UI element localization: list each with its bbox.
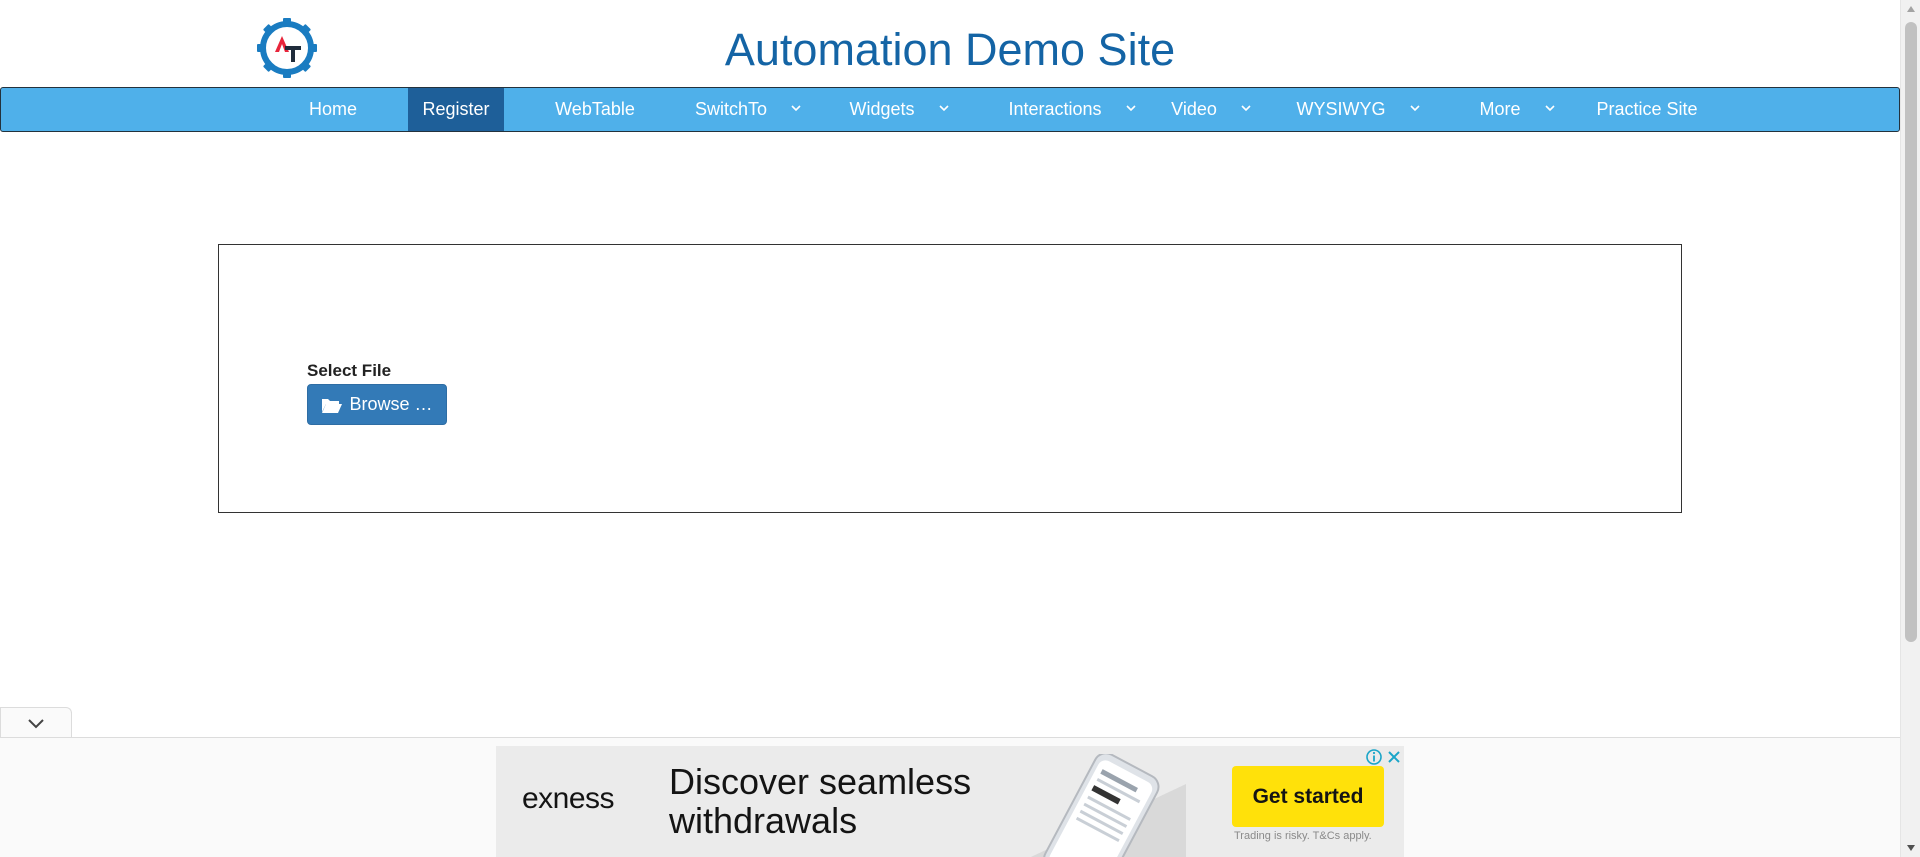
header: Automation Demo Site — [0, 0, 1900, 88]
scroll-thumb[interactable] — [1905, 22, 1917, 642]
nav-item-interactions[interactable]: Interactions — [989, 88, 1157, 131]
main-navbar: Home Register WebTable SwitchTo Widgets Inter… — [0, 87, 1900, 132]
nav-item-home[interactable]: Home — [293, 88, 373, 131]
nav-item-label: WebTable — [555, 99, 635, 119]
nav-item-label: SwitchTo — [694, 99, 768, 119]
nav-item-label: Practice Site — [1596, 99, 1698, 119]
nav-item-label: Register — [422, 99, 490, 119]
phone-image — [1030, 754, 1186, 857]
nav-item-widgets[interactable]: Widgets — [839, 88, 961, 131]
chevron-down-icon — [1241, 105, 1251, 112]
chevron-down-icon — [1544, 105, 1555, 112]
scroll-down-arrow-icon[interactable] — [1906, 843, 1916, 853]
ad-get-started-button[interactable]: Get started — [1232, 766, 1384, 827]
nav-item-label: Widgets — [849, 99, 915, 119]
ad-disclaimer: Trading is risky. T&Cs apply. — [1234, 830, 1372, 842]
nav-item-register[interactable]: Register — [408, 88, 504, 131]
chevron-down-icon — [791, 105, 801, 112]
nav-item-label: WYSIWYG — [1296, 99, 1386, 119]
ad-headline-line1: Discover seamless — [669, 761, 972, 802]
ad-collapse-button[interactable] — [0, 707, 72, 738]
scroll-up-arrow-icon[interactable] — [1906, 4, 1916, 14]
nav-item-label: More — [1479, 99, 1521, 119]
vertical-scrollbar[interactable] — [1900, 0, 1920, 857]
chevron-down-icon — [1125, 105, 1136, 112]
chevron-down-icon — [938, 105, 949, 112]
nav-item-more[interactable]: More — [1463, 88, 1573, 131]
select-file-label: Select File — [307, 361, 392, 380]
nav-item-label: Video — [1171, 99, 1217, 119]
nav-item-webtable[interactable]: WebTable — [542, 88, 648, 131]
nav-item-label: Home — [308, 99, 357, 119]
ad-headline-line2: withdrawals — [669, 800, 858, 841]
ad-brand: exness — [522, 782, 615, 815]
site-title: Automation Demo Site — [724, 24, 1176, 75]
file-upload-panel: Select File Browse … — [218, 244, 1682, 513]
nav-item-label: Interactions — [1008, 99, 1102, 119]
chevron-down-icon — [1409, 105, 1420, 112]
browse-button[interactable]: Browse … — [307, 384, 447, 425]
ad-close-icon[interactable] — [1385, 748, 1403, 766]
nav-item-video[interactable]: Video — [1161, 88, 1263, 131]
nav-item-practice-site[interactable]: Practice Site — [1587, 88, 1707, 131]
ad-info-icon[interactable] — [1365, 748, 1383, 766]
ad-banner[interactable]: exness Discover seamless withdrawals Get… — [496, 746, 1404, 857]
chevron-down-icon — [28, 719, 44, 729]
browse-button-label: Browse … — [349, 394, 433, 414]
folder-open-icon — [322, 398, 343, 413]
nav-item-switchto[interactable]: SwitchTo — [687, 88, 811, 131]
ad-headline: Discover seamless withdrawals — [669, 762, 971, 840]
nav-item-wysiwyg[interactable]: WYSIWYG — [1289, 88, 1429, 131]
